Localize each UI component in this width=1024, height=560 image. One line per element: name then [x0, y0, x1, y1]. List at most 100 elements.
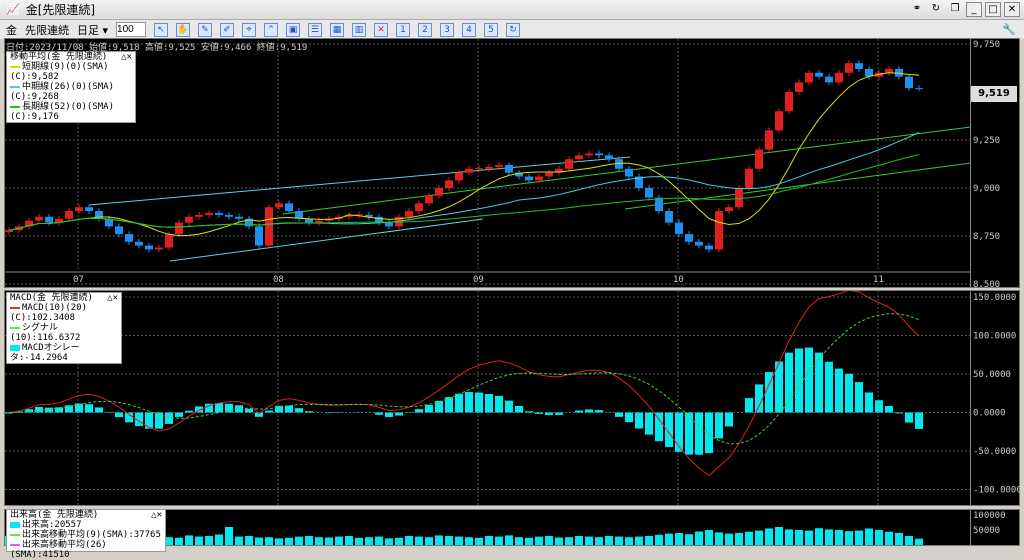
volume-bar: [795, 530, 803, 545]
volume-bar: [235, 537, 243, 545]
candle: [835, 73, 843, 83]
candle: [205, 213, 213, 215]
macd-oscillator-bar: [865, 392, 873, 412]
price-chart[interactable]: 0708091011: [5, 39, 971, 287]
macd-tick-label: 50.0000: [973, 370, 1011, 380]
indicator-4-icon[interactable]: 4: [462, 23, 476, 37]
indicator-1-icon[interactable]: 1: [396, 23, 410, 37]
up-circle-icon[interactable]: ⌃: [264, 23, 278, 37]
candle: [455, 173, 463, 181]
chart-icon[interactable]: ▣: [286, 23, 300, 37]
candle: [285, 203, 293, 211]
maximize-button[interactable]: □: [985, 2, 1001, 17]
minimize-button[interactable]: _: [966, 2, 982, 17]
settings-icon[interactable]: 🔧: [1002, 23, 1016, 36]
macd-oscillator-bar: [295, 408, 303, 412]
macd-axis: 150.0000100.000050.00000.0000-50.0000-10…: [970, 291, 1019, 505]
volume-tick-label: 50000: [973, 526, 1000, 536]
candle: [845, 63, 853, 73]
macd-oscillator-bar: [455, 394, 463, 413]
copy-icon[interactable]: ❐: [947, 2, 963, 17]
volume-bar: [885, 532, 893, 545]
table-icon[interactable]: ☰: [308, 23, 322, 37]
volume-bar: [545, 536, 553, 545]
volume-bar: [565, 537, 573, 545]
indicator-5-icon[interactable]: 5: [484, 23, 498, 37]
contract-label[interactable]: 先限連続: [25, 22, 69, 38]
ma-mid-line: [9, 132, 919, 230]
candle: [905, 77, 913, 89]
link-icon[interactable]: ⚭: [909, 2, 925, 17]
indicator-2-icon[interactable]: 2: [418, 23, 432, 37]
candle: [165, 234, 173, 247]
macd-oscillator-bar: [755, 384, 763, 412]
hand-icon[interactable]: ✋: [176, 23, 190, 37]
macd-oscillator-bar: [655, 413, 663, 442]
macd-panel[interactable]: [4, 290, 1020, 506]
volume-axis: 10000050000: [970, 510, 1019, 545]
price-tick-label: 9,250: [973, 136, 1000, 146]
delete-indicator-icon[interactable]: ✕: [374, 23, 388, 37]
price-tick-label: 8,750: [973, 232, 1000, 242]
close-legend-icon[interactable]: △✕: [107, 293, 118, 303]
candle: [215, 213, 223, 215]
count-input[interactable]: [116, 22, 146, 37]
grid-icon[interactable]: ▦: [330, 23, 344, 37]
volume-bar: [775, 527, 783, 545]
candle: [735, 188, 743, 207]
candle: [585, 153, 593, 155]
indicator-3-icon[interactable]: 3: [440, 23, 454, 37]
candle: [645, 188, 653, 198]
close-legend-icon[interactable]: △✕: [121, 52, 132, 62]
candle: [885, 69, 893, 73]
candle: [485, 167, 493, 169]
symbol-label[interactable]: 金: [6, 22, 17, 38]
macd-oscillator-bar: [725, 413, 733, 427]
volume-bar: [245, 536, 253, 545]
volume-bar: [205, 536, 213, 545]
volume-bar: [515, 537, 523, 545]
reload-icon[interactable]: ↻: [506, 23, 520, 37]
close-button[interactable]: ✕: [1004, 2, 1020, 17]
volume-bar: [625, 537, 633, 545]
volume-bar: [735, 533, 743, 545]
indicator-icon[interactable]: ▥: [352, 23, 366, 37]
macd-oscillator-bar: [855, 382, 863, 412]
price-tick-label: 9,750: [973, 40, 1000, 50]
volume-bar: [305, 536, 313, 545]
macd-oscillator-bar: [485, 394, 493, 413]
macd-tick-label: 150.0000: [973, 293, 1016, 303]
macd-oscillator-bar: [635, 413, 643, 429]
macd-tick-label: 100.0000: [973, 332, 1016, 342]
crosshair-icon[interactable]: ⌖: [242, 23, 256, 37]
macd-chart[interactable]: [5, 291, 971, 505]
candle: [795, 82, 803, 92]
macd-oscillator-bar: [515, 406, 523, 413]
period-select[interactable]: 日足 ▾: [77, 22, 108, 38]
volume-bar: [725, 534, 733, 545]
refresh-icon[interactable]: ↻: [928, 2, 944, 17]
ma-long-line: [9, 155, 919, 231]
pointer-icon[interactable]: ↖: [154, 23, 168, 37]
volume-bar: [705, 530, 713, 545]
macd-oscillator-bar: [165, 413, 173, 424]
pencil-icon[interactable]: ✎: [198, 23, 212, 37]
macd-oscillator-bar: [395, 413, 403, 416]
price-tick-label: 9,000: [973, 184, 1000, 194]
draw-icon[interactable]: ✐: [220, 23, 234, 37]
trendline: [89, 157, 630, 205]
candle: [125, 234, 133, 242]
volume-bar: [855, 531, 863, 545]
macd-oscillator-bar: [45, 408, 53, 413]
volume-bar: [815, 528, 823, 545]
price-panel[interactable]: 0708091011: [4, 38, 1020, 288]
candle: [605, 155, 613, 159]
macd-oscillator-bar: [585, 409, 593, 412]
close-legend-icon[interactable]: △✕: [151, 510, 162, 520]
volume-bar: [345, 536, 353, 545]
volume-bar: [865, 529, 873, 546]
candle: [575, 155, 583, 159]
volume-bar: [355, 538, 363, 545]
volume-bar: [315, 537, 323, 545]
macd-oscillator-bar: [525, 411, 533, 412]
